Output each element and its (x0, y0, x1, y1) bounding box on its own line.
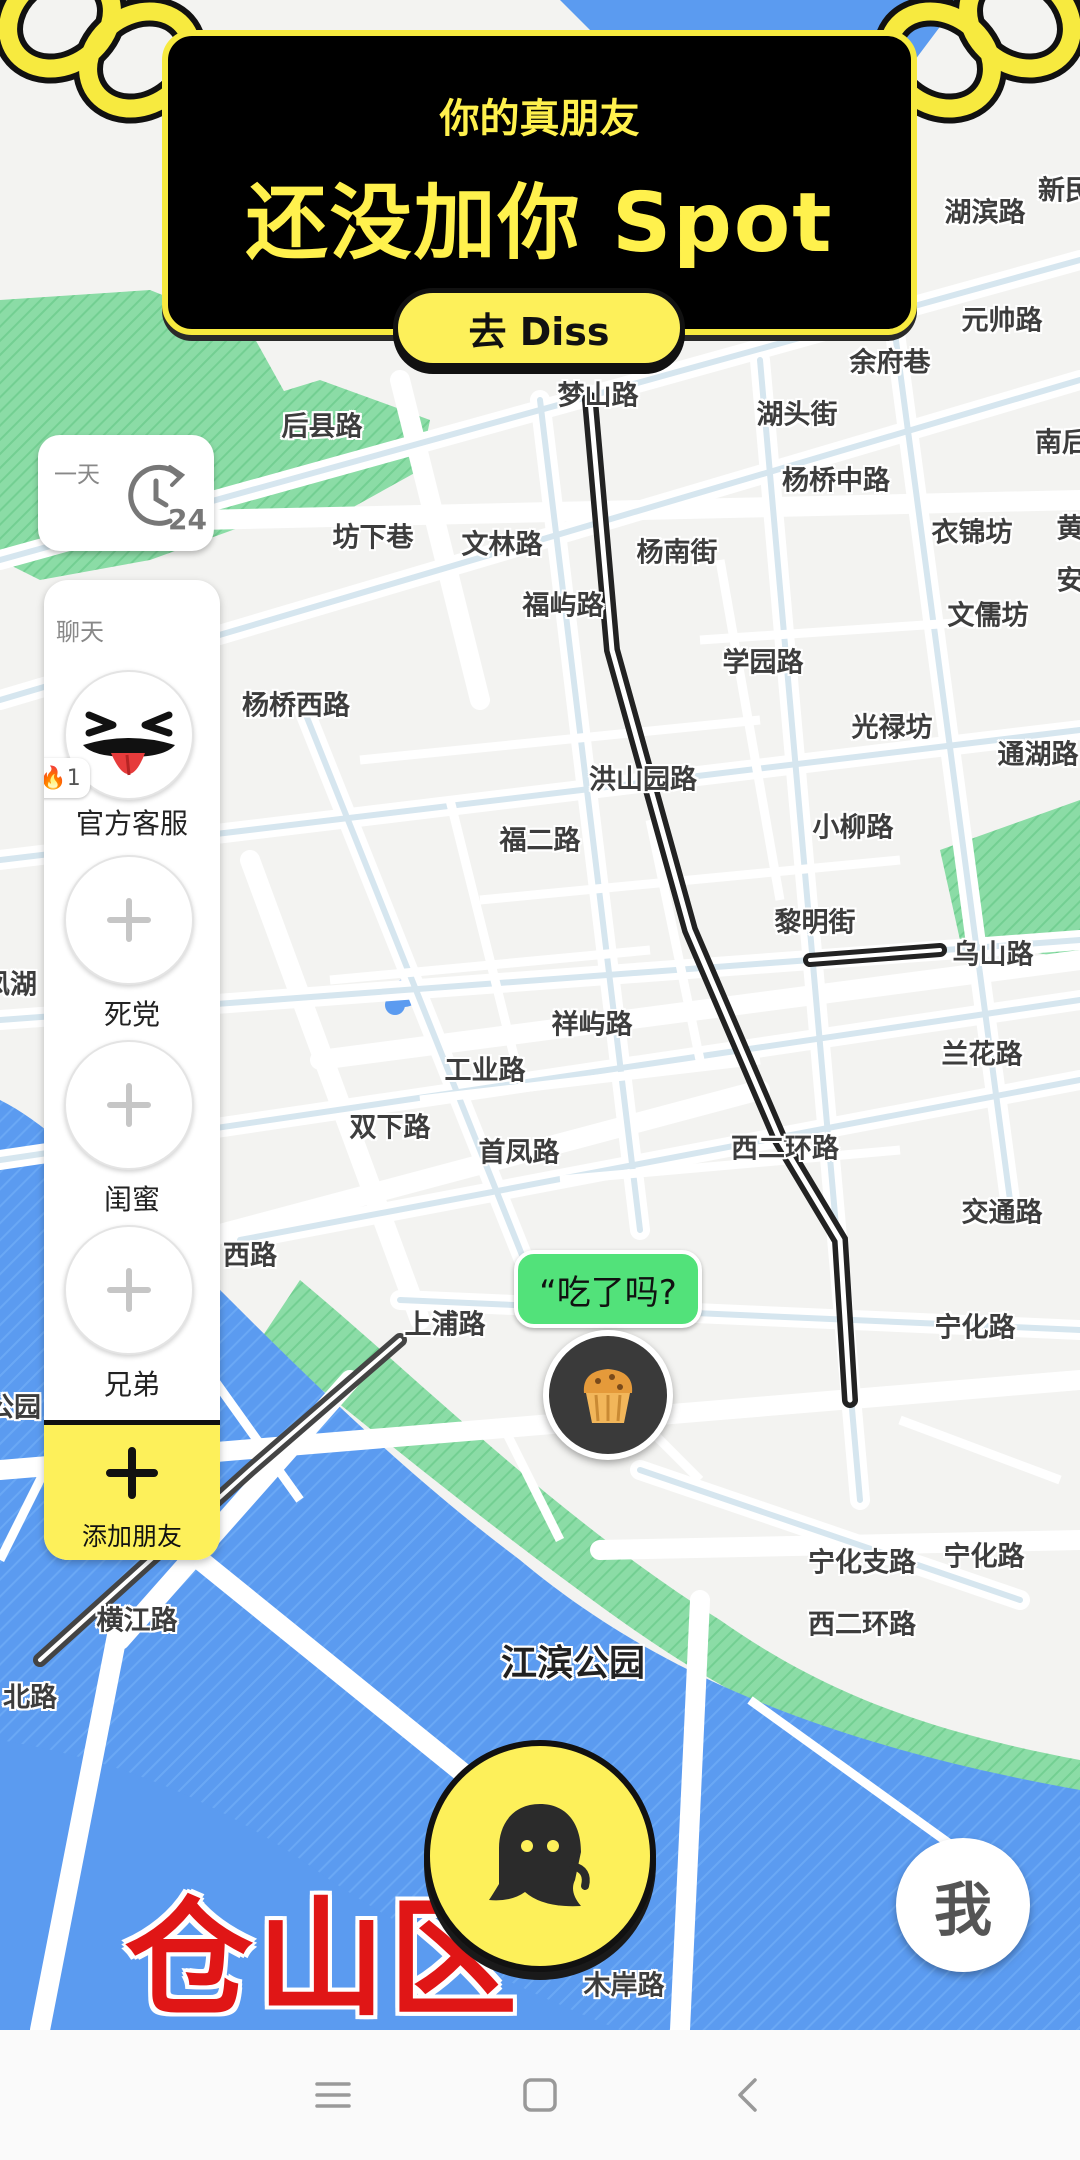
banner-subtitle: 你的真朋友 (439, 96, 640, 142)
street-label: 梦山路 (557, 380, 639, 412)
street-label: 通湖路 (997, 739, 1079, 771)
friend-name: 死党 (103, 998, 160, 1031)
street-label: 后县路 (281, 411, 363, 443)
status-bubble[interactable]: “吃了吗? (514, 1250, 702, 1328)
street-label: 黎明街 (774, 907, 856, 939)
street-label: 祥屿路 (551, 1009, 633, 1041)
street-label: 西二环路 (731, 1133, 839, 1165)
street-label: 双下路 (349, 1112, 431, 1144)
street-label: 湖头街 (756, 399, 838, 431)
street-label: 北路 (3, 1682, 57, 1714)
street-label: 宁化路 (934, 1312, 1016, 1344)
menu-button[interactable] (303, 2065, 363, 2125)
add-icon (106, 1447, 158, 1499)
street-label: 湖滨路 (944, 197, 1026, 229)
back-button[interactable] (717, 2065, 777, 2125)
plus-icon (107, 898, 151, 942)
street-label: 横江路 (96, 1605, 178, 1637)
home-button[interactable] (510, 2065, 570, 2125)
street-label: 上浦路 (404, 1309, 486, 1341)
plus-icon (107, 1083, 151, 1127)
street-label: 杨桥西路 (242, 690, 350, 722)
streak-badge: 🔥 1 (44, 758, 90, 798)
street-label: 首凤路 (478, 1137, 560, 1169)
park-label: 江滨公园 (500, 1643, 646, 1684)
street-label: 杨桥中路 (782, 465, 890, 497)
street-label: 黄 (1056, 513, 1080, 545)
street-label: 元帅路 (961, 305, 1043, 337)
add-friend-button[interactable]: 添加朋友 (44, 1420, 220, 1560)
add-slot-avatar (64, 1040, 194, 1170)
time-filter-button[interactable]: 一天 24 (38, 435, 214, 551)
street-label: 工业路 (444, 1055, 526, 1087)
add-slot-avatar (64, 1225, 194, 1355)
plus-icon (107, 1268, 151, 1312)
street-label: 交通路 (961, 1197, 1043, 1229)
street-label: 福二路 (499, 825, 581, 857)
streak-count: 1 (66, 765, 81, 791)
street-label: 光禄坊 (851, 712, 933, 744)
friends-panel: 聊天 🔥 1 官方客服 死党 闺蜜 兄弟 (44, 580, 220, 1560)
system-nav-bar (0, 2030, 1080, 2160)
me-button[interactable]: 我 (896, 1838, 1030, 1972)
add-friend-label: 添加朋友 (81, 1522, 182, 1551)
street-label: 余府巷 (849, 347, 931, 379)
street-label: 洪山园路 (589, 764, 697, 796)
street-label: 凤湖 (0, 969, 37, 1001)
street-label: 杨南街 (636, 537, 718, 569)
diss-button[interactable]: 去 Diss (393, 288, 685, 368)
street-label: 西二环路 (808, 1609, 916, 1641)
friend-name: 官方客服 (75, 807, 188, 840)
street-label: 宁化路 (943, 1541, 1025, 1573)
time-filter-label: 一天 (54, 462, 100, 488)
street-label: 兰花路 (941, 1039, 1023, 1071)
friend-name: 兄弟 (103, 1368, 160, 1401)
user-avatar-marker[interactable] (543, 1330, 673, 1460)
banner-title: 还没加你 Spot (245, 176, 834, 271)
street-label: 衣锦坊 (931, 517, 1013, 549)
street-label: 文儒坊 (947, 600, 1029, 632)
add-slot-avatar (64, 855, 194, 985)
fire-icon: 🔥 (44, 765, 67, 791)
street-label: 新民 (1038, 175, 1080, 207)
friend-name: 闺蜜 (103, 1183, 160, 1216)
ghost-main-button[interactable] (424, 1740, 656, 1972)
street-label: 宁化支路 (808, 1547, 916, 1579)
street-label: 学园路 (722, 647, 804, 679)
friends-panel-label: 聊天 (56, 618, 104, 646)
street-label: 公园 (0, 1392, 41, 1424)
menu-icon (315, 2082, 352, 2108)
street-label: 安 (1056, 565, 1080, 597)
street-label: 福屿路 (522, 590, 604, 622)
ghost-icon (489, 1804, 590, 1907)
clock-24-icon: 24 (128, 464, 206, 533)
street-label: 木岸路 (583, 1970, 665, 2002)
street-label: 西路 (223, 1240, 277, 1272)
street-label: 坊下巷 (332, 522, 414, 554)
street-label: 小柳路 (812, 812, 894, 844)
street-label: 乌山路 (952, 939, 1034, 971)
muffin-icon (583, 1369, 633, 1423)
svg-text:24: 24 (168, 503, 206, 533)
back-icon (737, 2078, 757, 2112)
street-label: 南后 (1035, 427, 1080, 459)
home-square-icon (523, 2078, 557, 2112)
street-label: 文林路 (461, 529, 543, 561)
